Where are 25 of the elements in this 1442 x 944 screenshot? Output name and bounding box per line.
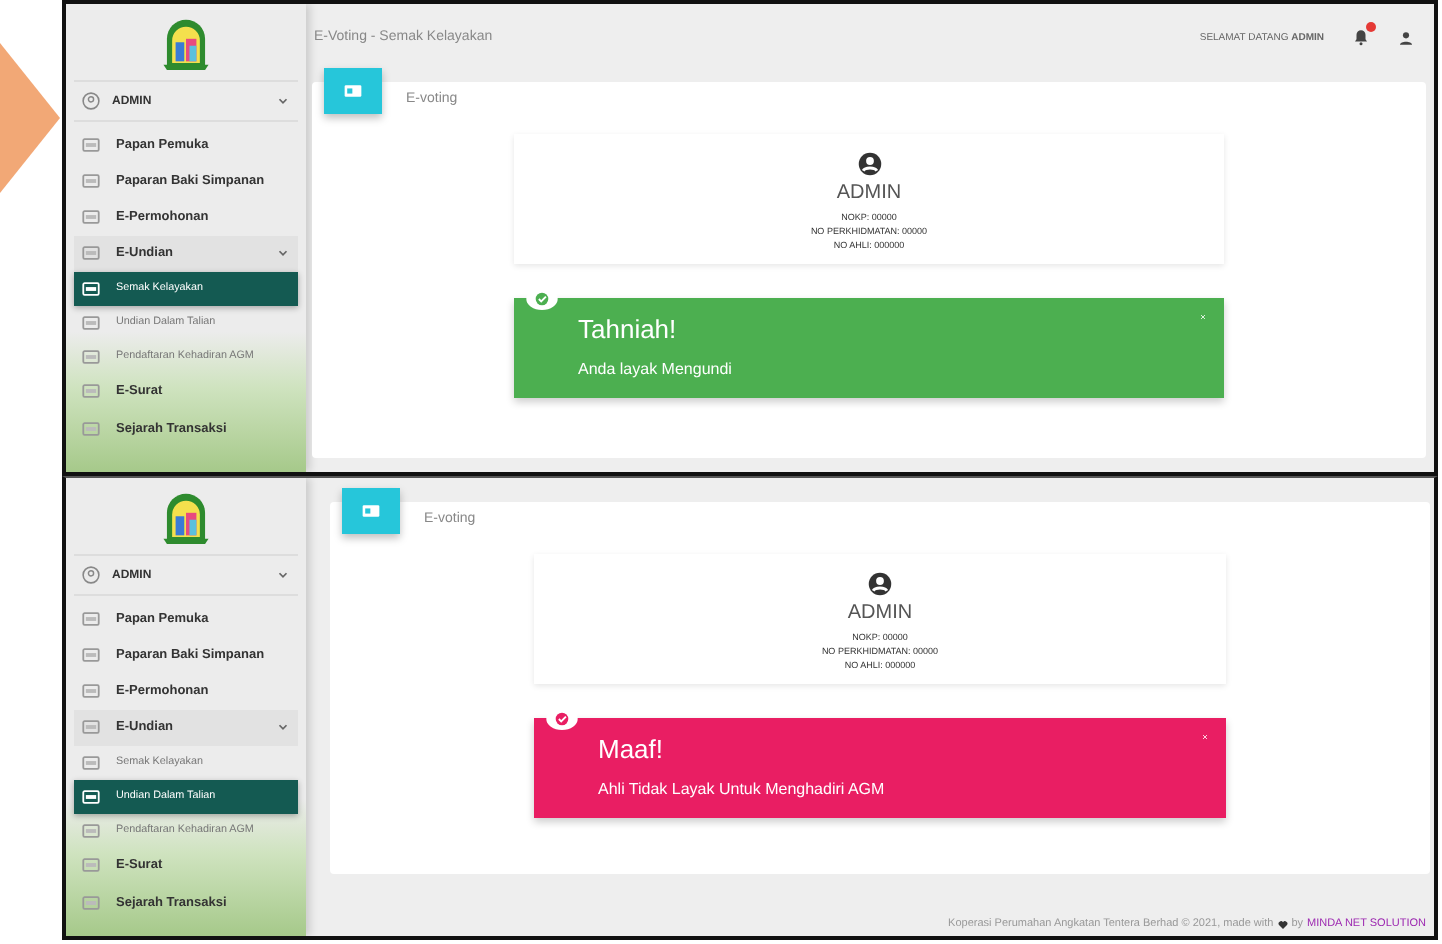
alert-message: Anda layak Mengundi	[578, 360, 732, 378]
caret-icon	[276, 568, 290, 582]
caret-icon	[276, 720, 290, 735]
alert-message: Ahli Tidak Layak Untuk Menghadiri AGM	[598, 780, 885, 798]
card-id-icon	[344, 82, 362, 100]
user-icon	[857, 152, 881, 176]
alert-title: Maaf!	[598, 734, 664, 764]
user-icon	[82, 92, 100, 110]
caret-icon	[276, 246, 290, 261]
card-id-icon	[362, 502, 380, 520]
user-icon	[82, 566, 100, 584]
badge-icon	[1366, 22, 1376, 32]
user-icon	[868, 572, 892, 596]
emblem-icon	[160, 490, 212, 546]
profile-name: ADMIN	[836, 182, 902, 204]
user-icon	[1398, 29, 1414, 45]
caret-icon	[276, 94, 290, 108]
close-icon	[1200, 314, 1206, 320]
alert-title: Tahniah!	[578, 314, 677, 344]
heart-icon	[1277, 919, 1288, 929]
emblem-icon	[160, 16, 212, 72]
profile-name: ADMIN	[847, 602, 913, 624]
notification-button[interactable]	[1352, 28, 1370, 46]
close-icon	[1202, 734, 1208, 740]
bell-icon	[1352, 28, 1370, 46]
